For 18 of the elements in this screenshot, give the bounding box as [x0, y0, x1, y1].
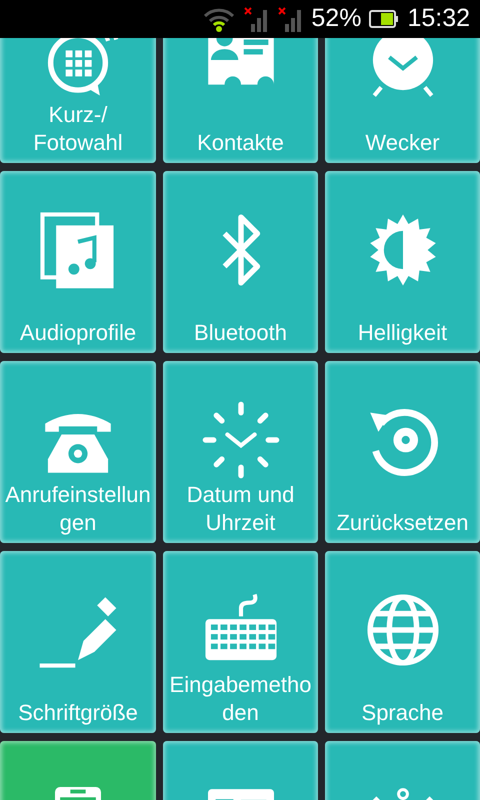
- settings-tile[interactable]: Kurz-/ Fotowahl: [0, 38, 156, 163]
- battery-percent: 52%: [311, 3, 362, 34]
- settings-tile[interactable]: Kontakte: [163, 38, 318, 163]
- no-signal-icon: [243, 6, 270, 32]
- settings-tile[interactable]: Bluetooth: [163, 171, 318, 353]
- settings-tile[interactable]: Helligkeit: [325, 171, 480, 353]
- wifi-icon: [203, 6, 236, 32]
- settings-tile[interactable]: Wecker: [325, 38, 480, 163]
- clock-time: 15:32: [407, 3, 470, 34]
- settings-tile[interactable]: Zurücksetzen: [325, 361, 480, 543]
- settings-tile[interactable]: Sprache: [325, 551, 480, 733]
- settings-tile[interactable]: Audioprofile: [0, 171, 156, 353]
- battery-icon: [369, 9, 400, 29]
- settings-tile[interactable]: Datum und Uhrzeit: [163, 361, 318, 543]
- settings-tile[interactable]: Schriftgröße: [0, 551, 156, 733]
- settings-tile[interactable]: Anrufeinstellungen: [0, 361, 156, 543]
- settings-tile[interactable]: Eingabemethoden: [163, 551, 318, 733]
- no-signal-icon: [277, 6, 304, 32]
